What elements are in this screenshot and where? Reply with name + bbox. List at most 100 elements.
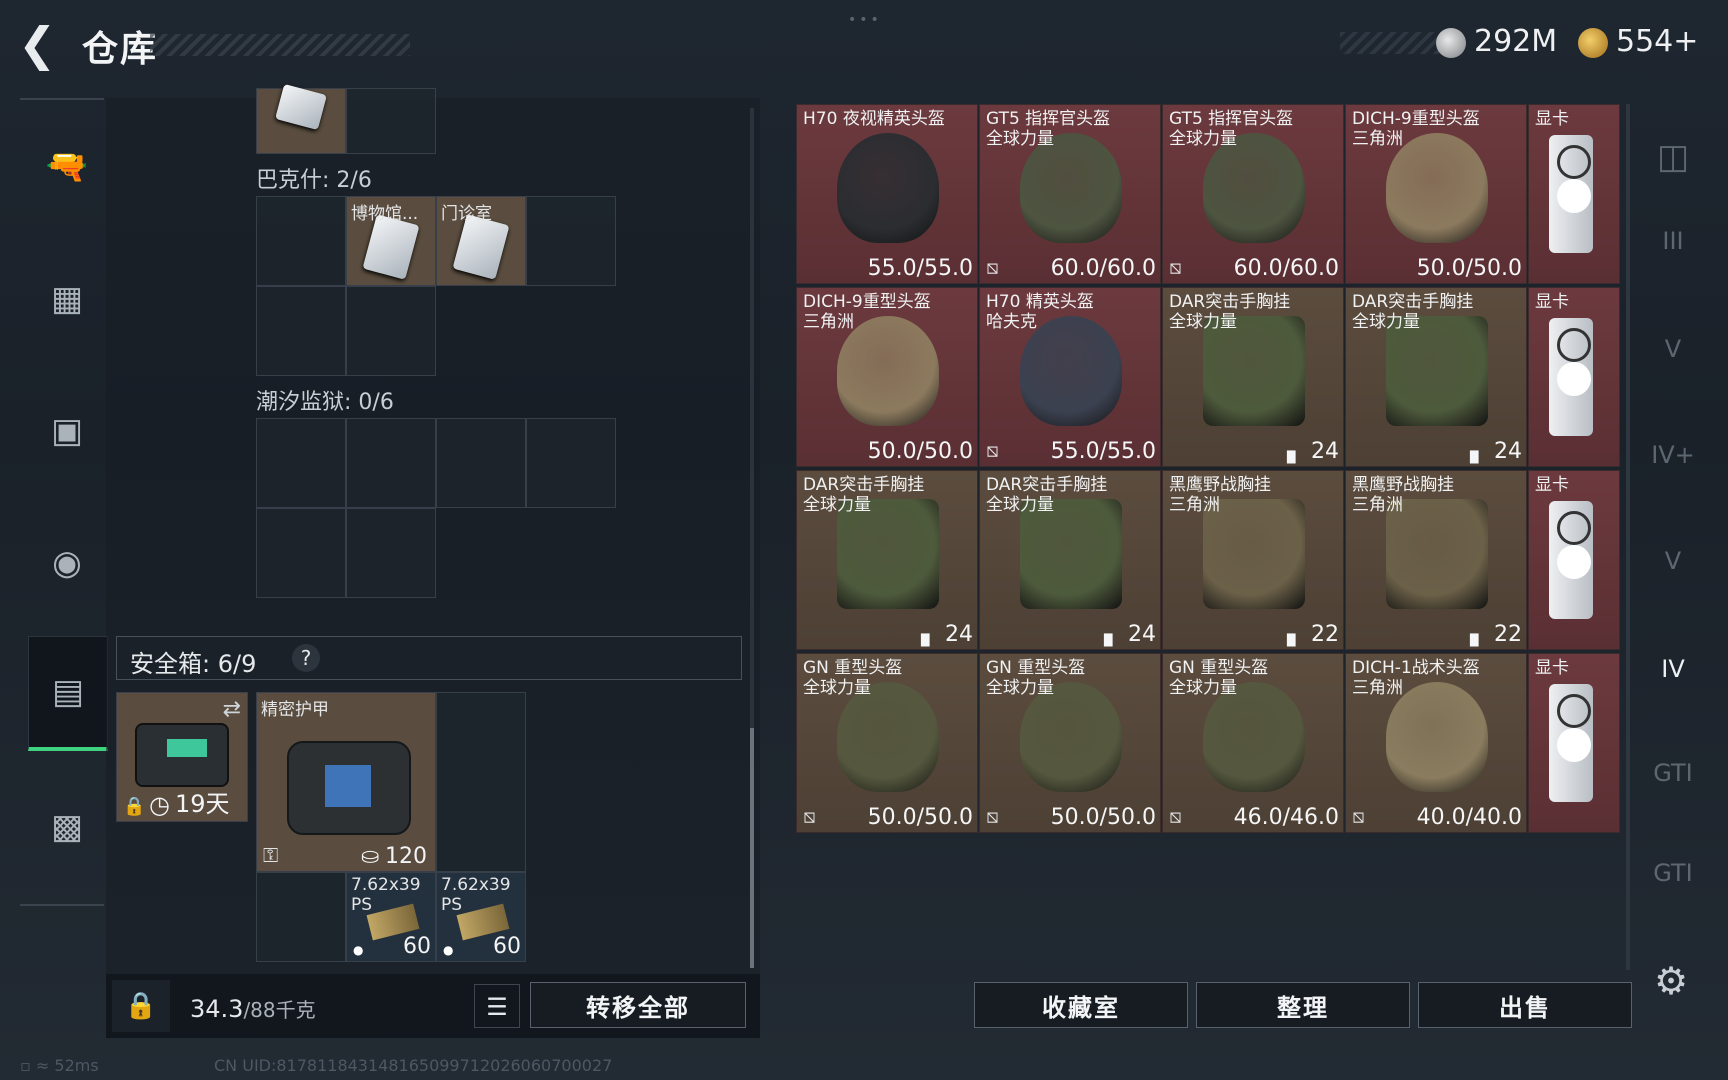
swap-icon[interactable]: ⇄ — [223, 697, 241, 722]
grid-item[interactable]: DICH-9重型头盔 三角洲 50.0/50.0 — [1345, 104, 1527, 284]
ammo-item[interactable]: 7.62x39 PS ● 60 — [346, 872, 436, 962]
grid-item[interactable]: 黑鹰野战胸挂 三角洲 ▖ 22 — [1162, 470, 1344, 650]
grid-item[interactable]: DAR突击手胸挂 全球力量 ▖ 24 — [796, 470, 978, 650]
no-drop-icon: ⧅ — [1169, 804, 1182, 828]
safebox-item[interactable]: ⇄ 🔒 ◷ 19天 — [116, 692, 248, 822]
lock-icon[interactable]: 🔒 — [112, 980, 170, 1032]
rig-image — [1020, 499, 1122, 609]
bag-icon[interactable]: ◉ — [28, 508, 106, 618]
storage-slot[interactable] — [256, 196, 346, 286]
gpu-image — [1549, 501, 1593, 619]
rig-image — [1386, 499, 1488, 609]
list-icon[interactable]: ☰ — [474, 984, 520, 1028]
sell-button[interactable]: 出售 — [1418, 982, 1632, 1028]
helmet-image — [1203, 133, 1305, 243]
no-drop-icon: ⧅ — [803, 804, 816, 828]
no-drop-icon: ⧅ — [1169, 255, 1182, 279]
ping-status: ▫ ≈ 52ms — [20, 1056, 99, 1075]
storage-slot[interactable] — [436, 418, 526, 508]
ammo-name: 7.62x39 — [441, 875, 511, 895]
tier-iv-plus-icon[interactable]: IV+ — [1640, 422, 1706, 488]
armor-item[interactable]: 精密护甲 ⚿ ⛀ 120 — [256, 692, 436, 872]
item-name: 显卡 — [1535, 475, 1569, 495]
tier-v-icon[interactable]: V — [1640, 316, 1706, 382]
rig-capacity-icon: ▖ — [921, 622, 945, 647]
grid-item[interactable]: 显卡 — [1528, 104, 1620, 284]
keycard-item[interactable]: 门诊室 — [436, 196, 526, 286]
grid-item[interactable]: 显卡 — [1528, 653, 1620, 833]
grid-item[interactable]: 显卡 — [1528, 287, 1620, 467]
scrollbar-thumb[interactable] — [750, 728, 754, 968]
grid-item[interactable]: 显卡 — [1528, 470, 1620, 650]
grid-item[interactable]: H70 夜视精英头盔 55.0/55.0 — [796, 104, 978, 284]
backpack-icon[interactable]: ▣ — [28, 376, 106, 486]
storage-slot[interactable] — [526, 196, 616, 286]
item-name: 显卡 — [1535, 292, 1569, 312]
nav-divider — [20, 904, 104, 906]
grid-item[interactable]: GN 重型头盔 全球力量 ⧅ 50.0/50.0 — [796, 653, 978, 833]
gti-icon[interactable]: GTI — [1640, 740, 1706, 806]
tier-v-alt-icon[interactable]: V — [1640, 528, 1706, 594]
item-name: GN 重型头盔 全球力量 — [1169, 658, 1269, 698]
weight-max: /88千克 — [243, 998, 316, 1022]
storage-slot[interactable] — [256, 418, 346, 508]
storage-slot[interactable] — [256, 508, 346, 598]
grid-item[interactable]: DICH-1战术头盔 三角洲 ⧅ 40.0/40.0 — [1345, 653, 1527, 833]
sort-button[interactable]: 整理 — [1196, 982, 1410, 1028]
helmet-image — [1020, 316, 1122, 426]
silver-currency-amount[interactable]: 292M — [1474, 24, 1557, 59]
scrollbar[interactable] — [1626, 104, 1630, 970]
storage-slot[interactable] — [256, 83, 346, 154]
helmet-image — [837, 316, 939, 426]
scrollbar[interactable] — [750, 108, 754, 968]
briefcase-icon[interactable]: ▩ — [28, 772, 106, 882]
keycard-item[interactable]: 博物馆... — [346, 196, 436, 286]
storage-slot[interactable] — [346, 418, 436, 508]
armor-name: 精密护甲 — [261, 700, 329, 720]
storage-slot[interactable] — [346, 508, 436, 598]
container-icon[interactable]: ◫ — [1640, 124, 1706, 190]
item-value-wrapper: ▖ 24 — [1470, 439, 1522, 464]
page-title: 仓库 — [82, 29, 159, 70]
grid-item[interactable]: 黑鹰野战胸挂 三角洲 ▖ 22 — [1345, 470, 1527, 650]
safebox-icon[interactable]: ▤ — [28, 636, 108, 751]
tier-iii-icon[interactable]: III — [1640, 208, 1706, 274]
pistol-icon[interactable]: 🔫 — [28, 112, 106, 222]
helmet-image — [837, 682, 939, 792]
storage-slot[interactable] — [346, 88, 436, 154]
item-value-wrapper: 50.0/50.0 — [1417, 256, 1522, 281]
item-value: 55.0/55.0 — [1050, 439, 1156, 464]
transfer-all-button[interactable]: 转移全部 — [530, 982, 746, 1028]
storage-slot[interactable] — [436, 692, 526, 872]
grid-item[interactable]: GN 重型头盔 全球力量 ⧅ 46.0/46.0 — [1162, 653, 1344, 833]
gti-alt-icon[interactable]: GTI — [1640, 840, 1706, 906]
collection-button[interactable]: 收藏室 — [974, 982, 1188, 1028]
grid-item[interactable]: GT5 指挥官头盔 全球力量 ⧅ 60.0/60.0 — [979, 104, 1161, 284]
grid-item[interactable]: DICH-9重型头盔 三角洲 50.0/50.0 — [796, 287, 978, 467]
gear-icon[interactable]: ⚙ — [1650, 960, 1692, 1002]
storage-slot[interactable] — [256, 286, 346, 376]
keycard-icon — [362, 214, 420, 280]
gpu-image — [1549, 135, 1593, 253]
help-icon[interactable]: ? — [292, 644, 320, 672]
gold-currency-amount[interactable]: 554+ — [1616, 24, 1698, 59]
item-name: DAR突击手胸挂 全球力量 — [803, 475, 925, 515]
storage-slot[interactable] — [526, 418, 616, 508]
grid-item[interactable]: H70 精英头盔 哈夫克 ⧅ 55.0/55.0 — [979, 287, 1161, 467]
drag-handle-icon[interactable]: ••• — [848, 12, 882, 28]
item-value: 24 — [1494, 439, 1522, 464]
grid-item[interactable]: DAR突击手胸挂 全球力量 ▖ 24 — [979, 470, 1161, 650]
storage-slot[interactable] — [346, 286, 436, 376]
grid-item[interactable]: DAR突击手胸挂 全球力量 ▖ 24 — [1345, 287, 1527, 467]
item-value: 50.0/50.0 — [1416, 256, 1522, 281]
item-name: DAR突击手胸挂 全球力量 — [986, 475, 1108, 515]
armor-icon[interactable]: ▦ — [28, 244, 106, 354]
grid-item[interactable]: GN 重型头盔 全球力量 ⧅ 50.0/50.0 — [979, 653, 1161, 833]
grid-item[interactable]: GT5 指挥官头盔 全球力量 ⧅ 60.0/60.0 — [1162, 104, 1344, 284]
shield-icon: ⛀ — [361, 844, 380, 869]
back-arrow-icon[interactable]: ❮ — [18, 21, 58, 67]
tier-iv-icon[interactable]: IV — [1640, 636, 1706, 702]
ammo-item[interactable]: 7.62x39 PS ● 60 — [436, 872, 526, 962]
storage-slot[interactable] — [256, 872, 346, 962]
grid-item[interactable]: DAR突击手胸挂 全球力量 ▖ 24 — [1162, 287, 1344, 467]
